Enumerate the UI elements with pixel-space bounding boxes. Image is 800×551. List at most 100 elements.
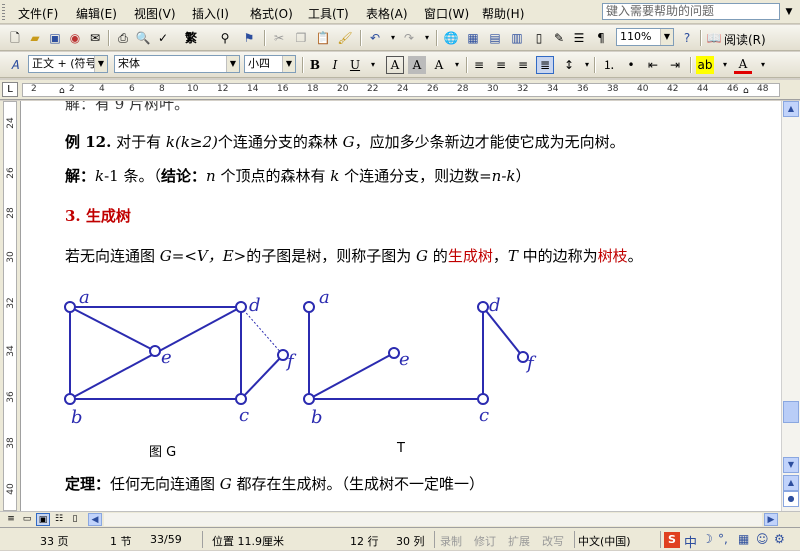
tab-selector[interactable]: L (2, 82, 18, 97)
bold-button[interactable]: B (306, 56, 324, 74)
ime-punct-icon[interactable]: °, (718, 532, 728, 546)
print-view-icon[interactable]: ▣ (36, 513, 50, 526)
align-center-icon[interactable]: ≡ (492, 56, 510, 74)
indent-marker-icon[interactable]: ⌂ (59, 86, 65, 96)
underline-dropdown-icon[interactable]: ▾ (364, 56, 382, 74)
font-color-icon[interactable]: A (734, 56, 752, 74)
line-spacing-icon[interactable]: ↕ (560, 56, 578, 74)
ime-moon-icon[interactable]: ☽ (702, 532, 713, 546)
menu-file[interactable]: 文件(F) (18, 5, 58, 22)
status-trk[interactable]: 修订 (474, 533, 496, 549)
help-search-input[interactable]: 键入需要帮助的问题 (602, 3, 780, 20)
vertical-ruler-strip[interactable]: 24 26 28 30 32 34 36 38 40 (3, 101, 17, 511)
ime-logo-icon[interactable]: S (664, 532, 680, 548)
menu-insert[interactable]: 插入(I) (192, 5, 229, 22)
permission-icon[interactable]: ◉ (66, 29, 84, 47)
ime-settings-icon[interactable]: ⚙ (774, 532, 785, 546)
email-icon[interactable]: ✉ (86, 29, 104, 47)
help-dropdown-icon[interactable]: ▼ (782, 4, 796, 20)
numbering-icon[interactable]: ⒈ (600, 56, 618, 74)
paste-icon[interactable]: 📋 (314, 29, 332, 47)
font-color-dropdown-icon[interactable]: ▾ (754, 56, 772, 74)
increase-indent-icon[interactable]: ⇥ (666, 56, 684, 74)
reading-view-icon[interactable]: ▯ (68, 513, 82, 526)
scroll-up-icon[interactable]: ▲ (783, 101, 799, 117)
hyperlink-icon[interactable]: 🌐 (442, 29, 460, 47)
highlight-icon[interactable]: ab (696, 56, 714, 74)
scroll-thumb[interactable] (783, 401, 799, 423)
web-view-icon[interactable]: ▭ (20, 513, 34, 526)
font-select[interactable]: 宋体 ▼ (114, 55, 240, 73)
zoom-select[interactable]: 110% ▼ (616, 28, 674, 46)
justify-icon[interactable]: ≣ (536, 56, 554, 74)
scroll-left-icon[interactable]: ◀ (88, 513, 102, 526)
normal-view-icon[interactable]: ≡ (4, 513, 18, 526)
insert-table-icon[interactable]: ▤ (486, 29, 504, 47)
align-left-icon[interactable]: ≡ (470, 56, 488, 74)
open-folder-icon[interactable]: ▰ (26, 29, 44, 47)
status-ovr[interactable]: 改写 (542, 533, 564, 549)
decrease-indent-icon[interactable]: ⇤ (644, 56, 662, 74)
new-document-icon[interactable]: 🗋 (6, 29, 24, 47)
status-ext[interactable]: 扩展 (508, 533, 530, 549)
document-page[interactable]: 解：有 9 片树叶。 例 12. 对于有 k(k≥2)个连通分支的森林 G，应加… (21, 101, 781, 511)
undo-icon[interactable]: ↶ (366, 29, 384, 47)
highlight-dropdown-icon[interactable]: ▾ (716, 56, 734, 74)
char-border-button[interactable]: A (386, 56, 404, 74)
prev-page-icon[interactable]: ▲ (783, 475, 799, 491)
read-button[interactable]: 阅读(R) (724, 31, 766, 48)
align-right-icon[interactable]: ≡ (514, 56, 532, 74)
columns-icon[interactable]: ▯ (530, 29, 548, 47)
menu-view[interactable]: 视图(V) (134, 5, 176, 22)
font-dropdown-icon[interactable]: ▼ (226, 56, 239, 72)
translate-icon[interactable]: ⚑ (240, 29, 258, 47)
menu-tools[interactable]: 工具(T) (308, 5, 349, 22)
right-indent-icon[interactable]: ⌂ (743, 86, 749, 96)
font-size-select[interactable]: 小四 ▼ (244, 55, 296, 73)
print-icon[interactable]: ⎙ (114, 29, 132, 47)
bullets-icon[interactable]: • (622, 56, 640, 74)
outline-view-icon[interactable]: ☷ (52, 513, 66, 526)
menu-window[interactable]: 窗口(W) (424, 5, 469, 22)
menu-edit[interactable]: 编辑(E) (76, 5, 117, 22)
format-painter-icon[interactable]: 🖌 (336, 29, 354, 47)
ime-mode[interactable]: 中 (684, 532, 697, 551)
menu-help[interactable]: 帮助(H) (482, 5, 524, 22)
ime-user-icon[interactable]: ☺ (756, 532, 769, 546)
italic-button[interactable]: I (326, 56, 344, 74)
vertical-scrollbar[interactable]: ▲ ▼ ▲ ● (781, 101, 800, 511)
ime-keyboard-icon[interactable]: ▦ (738, 532, 749, 546)
scroll-right-icon[interactable]: ▶ (764, 513, 778, 526)
status-rec[interactable]: 录制 (440, 533, 462, 549)
char-shading-button[interactable]: A (408, 56, 426, 74)
scale-dropdown-icon[interactable]: ▾ (448, 56, 466, 74)
help-icon[interactable]: ? (678, 29, 696, 47)
style-select[interactable]: 正文 + (符号 ▼ (28, 55, 108, 73)
ruler-strip[interactable]: 2 2 4 6 8 10 12 14 16 18 20 22 24 26 28 … (22, 83, 780, 97)
traditional-chinese-button[interactable]: 繁 (176, 29, 206, 47)
zoom-dropdown-icon[interactable]: ▼ (660, 29, 673, 45)
redo-icon[interactable]: ↷ (400, 29, 418, 47)
show-hide-icon[interactable]: ¶ (592, 29, 610, 47)
styles-pane-icon[interactable]: 𝐴 (6, 56, 24, 74)
read-icon[interactable]: 📖 (705, 29, 723, 47)
save-icon[interactable]: ▣ (46, 29, 64, 47)
drawing-icon[interactable]: ✎ (550, 29, 568, 47)
research-icon[interactable]: ⚲ (216, 29, 234, 47)
menu-format[interactable]: 格式(O) (250, 5, 293, 22)
spelling-icon[interactable]: ✓ (154, 29, 172, 47)
insert-excel-icon[interactable]: ▥ (508, 29, 526, 47)
copy-icon[interactable]: ❐ (292, 29, 310, 47)
size-dropdown-icon[interactable]: ▼ (282, 56, 295, 72)
menu-grip[interactable] (2, 4, 5, 20)
print-preview-icon[interactable]: 🔍 (134, 29, 152, 47)
hscroll-track[interactable] (104, 513, 762, 526)
char-scale-button[interactable]: A (430, 56, 448, 74)
underline-button[interactable]: U (346, 56, 364, 74)
browse-object-icon[interactable]: ● (783, 491, 799, 507)
style-dropdown-icon[interactable]: ▼ (94, 56, 107, 72)
scroll-down-icon[interactable]: ▼ (783, 457, 799, 473)
cut-icon[interactable]: ✂ (270, 29, 288, 47)
tables-borders-icon[interactable]: ▦ (464, 29, 482, 47)
document-map-icon[interactable]: ☰ (570, 29, 588, 47)
